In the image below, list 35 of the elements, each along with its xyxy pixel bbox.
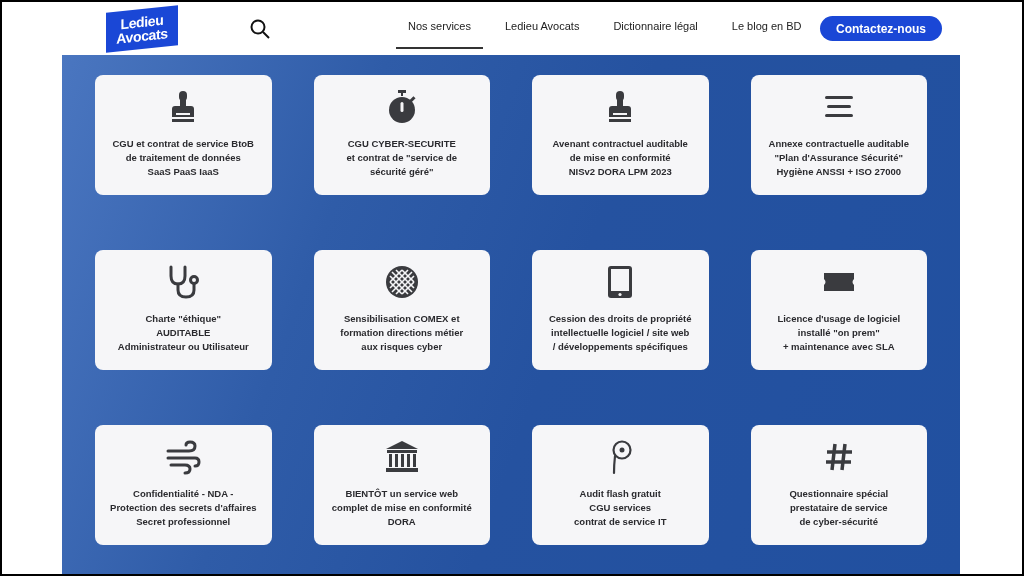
service-description: Avenant contractuel auditable de mise en conformité NISv2 DORA LPM 2023 <box>552 137 688 179</box>
nav-link[interactable]: Le blog en BD <box>719 8 814 49</box>
service-card[interactable]: Annexe contractuelle auditable "Plan d'Assurance Sécurité" Hygiène ANSSI + ISO 27000 <box>750 75 927 195</box>
service-description: Cession des droits de propriété intellectuelle logiciel / site web / développements spécifiques <box>548 312 692 354</box>
nav-link[interactable]: Dictionnaire légal <box>601 8 710 49</box>
service-description: CGU CYBER-SECURITE et contrat de "service de sécurité géré" <box>346 137 458 179</box>
service-card[interactable]: BIENTÔT un service web complet de mise en conformité DORA <box>313 425 490 545</box>
service-card[interactable]: Sensibilisation COMEX et formation directions métier aux risques cyber <box>313 250 490 370</box>
service-card[interactable]: Licence d'usage de logiciel installé "on prem" + maintenance avec SLA <box>750 250 927 370</box>
service-card[interactable]: Questionnaire spécial prestataire de service de cyber-sécurité <box>750 425 927 545</box>
bank-icon <box>383 439 420 475</box>
contact-button[interactable]: Contactez-nous <box>820 16 942 41</box>
logo[interactable]: Ledieu Avocats <box>106 4 178 53</box>
service-description: Confidentialité - NDA - Protection des secrets d'affaires Secret professionnel <box>110 487 257 529</box>
service-description: Questionnaire spécial prestataire de service de cyber-sécurité <box>789 487 889 529</box>
service-card[interactable]: Avenant contractuel auditable de mise en conformité NISv2 DORA LPM 2023 <box>532 75 709 195</box>
service-card[interactable]: Confidentialité - NDA - Protection des secrets d'affaires Secret professionnel <box>95 425 272 545</box>
nav-link[interactable]: Ledieu Avocats <box>492 8 592 49</box>
service-description: BIENTÔT un service web complet de mise en conformité DORA <box>331 487 472 529</box>
service-card[interactable]: CGU et contrat de service BtoB de traitement de données SaaS PaaS IaaS <box>95 75 272 195</box>
service-card[interactable]: CGU CYBER-SECURITE et contrat de "service de sécurité géré" <box>313 75 490 195</box>
service-card[interactable]: Audit flash gratuit CGU services contrat de service IT <box>532 425 709 545</box>
service-description: Licence d'usage de logiciel installé "on prem" + maintenance avec SLA <box>777 312 901 354</box>
service-description: Annexe contractuelle auditable "Plan d'Assurance Sécurité" Hygiène ANSSI + ISO 27000 <box>768 137 909 179</box>
service-description: CGU et contrat de service BtoB de traitement de données SaaS PaaS IaaS <box>112 137 254 179</box>
logo-text: Ledieu <box>120 12 164 31</box>
service-description: Charte "éthique" AUDITABLE Administrateur ou Utilisateur <box>117 312 249 354</box>
wind-icon <box>165 439 202 475</box>
service-card[interactable]: Charte "éthique" AUDITABLE Administrateur ou Utilisateur <box>95 250 272 370</box>
globe-grid-icon <box>383 264 420 300</box>
search-icon[interactable] <box>250 18 270 39</box>
service-description: Audit flash gratuit CGU services contrat de service IT <box>574 487 667 529</box>
service-description: Sensibilisation COMEX et formation directions métier aux risques cyber <box>340 312 464 354</box>
nav-link[interactable]: Nos services <box>396 8 483 49</box>
service-card[interactable]: Cession des droits de propriété intellectuelle logiciel / site web / développements spécifiques <box>532 250 709 370</box>
